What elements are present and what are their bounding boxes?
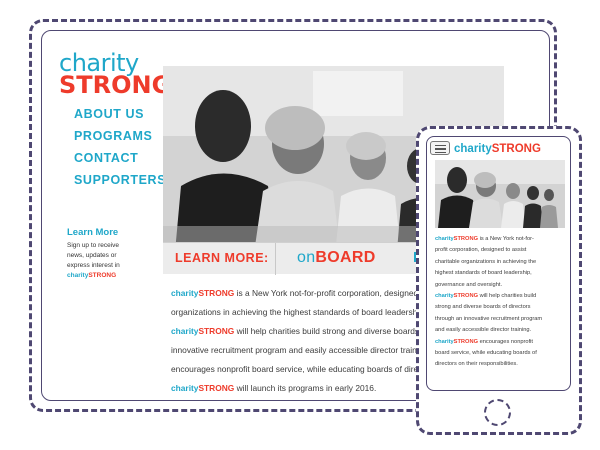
brand-charity-text: charity bbox=[171, 383, 199, 393]
mobile-about-text-line: and easily accessible director training. bbox=[435, 325, 567, 336]
brand-strong-text: STRONG bbox=[198, 383, 235, 393]
mobile-hero-illustration bbox=[435, 160, 565, 228]
brand-strong-text: STRONG bbox=[453, 338, 478, 345]
mobile-about-text-line: charitySTRONG will help charities build bbox=[435, 291, 567, 302]
mobile-about-text-line: profit corporation, designed to assist bbox=[435, 245, 567, 256]
body-text-segment: profit corporation, designed to assist bbox=[435, 247, 527, 254]
mobile-about-text-line: highest standards of board leadership, bbox=[435, 268, 567, 279]
mobile-about-text-line: governance and oversight. bbox=[435, 280, 567, 291]
body-text-segment: encourages nonprofit board service, whil… bbox=[171, 364, 437, 374]
hamburger-menu-icon[interactable] bbox=[430, 141, 450, 155]
body-text-segment: innovative recruitment program and easil… bbox=[171, 345, 433, 355]
learn-more-line: Sign up to receive bbox=[67, 242, 120, 249]
brand-strong-text: STRONG bbox=[453, 292, 478, 299]
onboard-program-link[interactable]: onBOARD bbox=[297, 249, 376, 267]
nav-item-contact[interactable]: CONTACT bbox=[74, 147, 166, 169]
body-text-segment: board service, while educating boards of bbox=[435, 349, 537, 356]
body-text-segment: organizations in achieving the highest s… bbox=[171, 307, 438, 317]
brand-charity-text: charity bbox=[435, 292, 454, 299]
mobile-about-text-line: charitySTRONG is a New York not-for- bbox=[435, 234, 567, 245]
nav-item-about-us[interactable]: ABOUT US bbox=[74, 103, 166, 125]
brand-strong-text: STRONG bbox=[198, 288, 235, 298]
nav-item-supporters[interactable]: SUPPORTERS bbox=[74, 169, 166, 191]
logo-strong-text: STRONG bbox=[59, 71, 172, 99]
mobile-about-text-line: directors on their responsibilities. bbox=[435, 359, 567, 370]
body-text-segment: is a New York not-for-profit corporation… bbox=[234, 288, 428, 298]
body-text-segment: through an innovative recruitment progra… bbox=[435, 315, 543, 322]
body-text-segment: is a New York not-for- bbox=[478, 236, 534, 242]
mobile-screen: charitySTRONG charitySTRONG is a New Yor… bbox=[426, 136, 571, 391]
body-text-segment: highest standards of board leadership, bbox=[435, 270, 532, 277]
learn-more-link[interactable]: Learn More bbox=[67, 227, 147, 238]
mobile-about-text-line: strong and diverse boards of directors bbox=[435, 302, 567, 313]
body-text-segment: directors on their responsibilities. bbox=[435, 361, 518, 368]
banner-divider bbox=[275, 243, 276, 275]
mobile-site-logo[interactable]: charitySTRONG bbox=[454, 143, 541, 155]
brand-strong-text: STRONG bbox=[198, 326, 235, 336]
brand-charity-text: charity bbox=[171, 288, 199, 298]
mobile-about-text-line: board service, while educating boards of bbox=[435, 348, 567, 359]
brand-charity-text: charity bbox=[171, 326, 199, 336]
brand-charity-text: charity bbox=[435, 338, 454, 345]
body-text-segment: will help charities build strong and div… bbox=[234, 326, 429, 336]
brand-charity-text: charity bbox=[435, 236, 454, 242]
mobile-about-text-line: charitable organizations in achieving th… bbox=[435, 257, 567, 268]
body-text-segment: and easily accessible director training. bbox=[435, 327, 532, 334]
mobile-about-text-line: charitySTRONG encourages nonprofit bbox=[435, 337, 567, 348]
brand-strong-text: STRONG bbox=[453, 236, 478, 242]
body-text-segment: will help charities build bbox=[478, 292, 537, 299]
learn-more-brand: charitySTRONG bbox=[67, 272, 117, 279]
mobile-about-text-line: through an innovative recruitment progra… bbox=[435, 314, 567, 325]
body-text-segment: charitable organizations in achieving th… bbox=[435, 258, 537, 265]
site-logo[interactable]: charity STRONG bbox=[59, 51, 171, 97]
learn-more-panel: Learn More Sign up to receive news, upda… bbox=[67, 227, 147, 281]
learn-more-line: news, updates or bbox=[67, 252, 117, 259]
home-button-icon[interactable] bbox=[484, 399, 511, 426]
body-text-segment: will launch its programs in early 2016. bbox=[234, 383, 377, 393]
nav-item-programs[interactable]: PROGRAMS bbox=[74, 125, 166, 147]
learn-more-line: express interest in bbox=[67, 262, 120, 269]
body-text-segment: encourages nonprofit bbox=[478, 338, 534, 345]
banner-learn-more-label: LEARN MORE: bbox=[175, 251, 269, 265]
mobile-hero-photo bbox=[435, 160, 565, 228]
main-nav: ABOUT US PROGRAMS CONTACT SUPPORTERS bbox=[74, 103, 166, 191]
mobile-about-text: charitySTRONG is a New York not-for-prof… bbox=[435, 234, 567, 371]
body-text-segment: strong and diverse boards of directors bbox=[435, 304, 531, 311]
body-text-segment: governance and oversight. bbox=[435, 281, 503, 288]
